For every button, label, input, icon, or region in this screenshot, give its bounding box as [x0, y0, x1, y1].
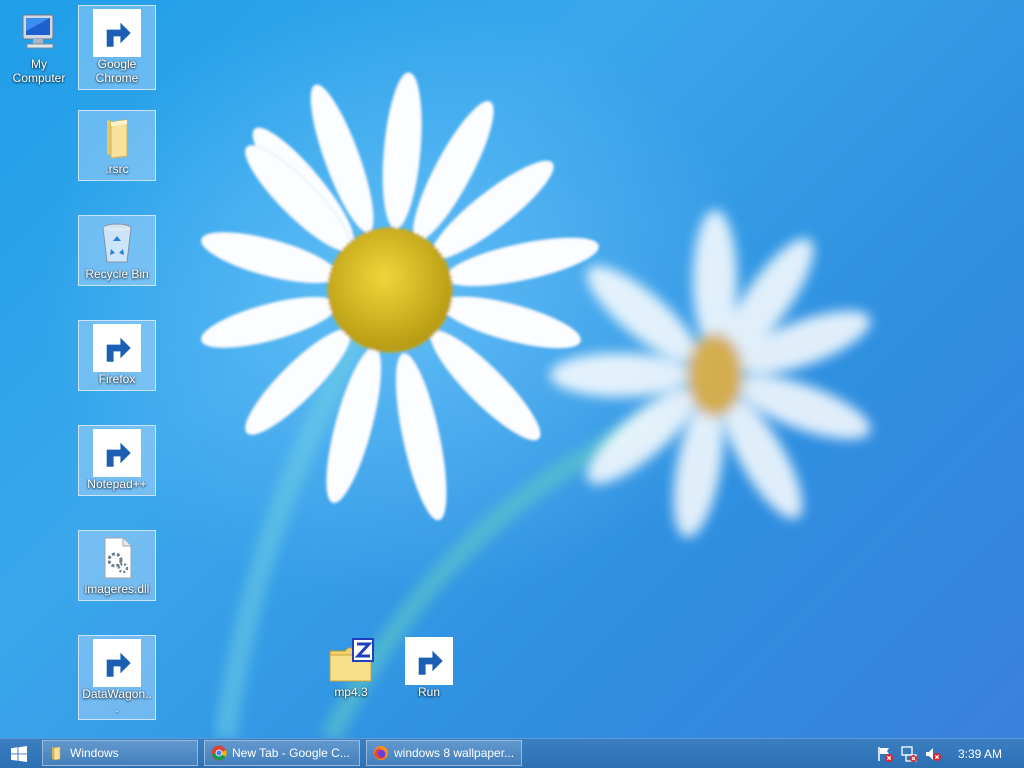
desktop-icon-label: Google Chrome: [95, 57, 139, 85]
desktop-icon-label: Recycle Bin: [85, 267, 149, 281]
desktop-icon-google-chrome[interactable]: Google Chrome: [78, 5, 156, 90]
desktop-icon-label: mp4.3: [334, 685, 368, 699]
action-center-flag-icon[interactable]: [876, 745, 894, 763]
desktop-icon-imageres-dll[interactable]: imageres.dll: [78, 530, 156, 601]
firefox-icon: [93, 324, 141, 372]
folder-icon: [52, 746, 61, 761]
shortcut-arrow-icon: [405, 637, 453, 685]
clock[interactable]: 3:39 AM: [958, 747, 1002, 761]
taskbar-button-label: Windows: [70, 746, 119, 760]
volume-muted-icon[interactable]: [924, 745, 942, 763]
recycle-bin-icon: [93, 219, 141, 267]
chrome-icon: [93, 9, 141, 57]
computer-icon: [15, 9, 63, 57]
desktop-icon-firefox[interactable]: Firefox: [78, 320, 156, 391]
taskbar-button-label: New Tab - Google C...: [232, 746, 350, 760]
desktop-icon-mp4-3[interactable]: mp4.3: [313, 634, 389, 699]
dll-file-icon: [93, 534, 141, 582]
network-icon[interactable]: [900, 745, 918, 763]
run-icon: [405, 637, 453, 685]
chrome-icon: [211, 745, 227, 761]
taskbar-button-firefox[interactable]: windows 8 wallpaper...: [366, 740, 522, 766]
taskbar-button-label: windows 8 wallpaper...: [394, 746, 515, 760]
start-button[interactable]: [0, 739, 38, 768]
shortcut-arrow-icon: [93, 639, 141, 687]
folder-icon: [93, 114, 141, 162]
notepad-plus-plus-icon: [93, 429, 141, 477]
shortcut-arrow-icon: [93, 324, 141, 372]
system-tray: 3:39 AM: [864, 739, 1024, 768]
taskbar-button-windows-explorer[interactable]: Windows: [42, 740, 198, 766]
shortcut-arrow-icon: [93, 429, 141, 477]
desktop-icon-label: DataWagon...: [82, 687, 152, 715]
zip-folder-icon: [327, 637, 375, 685]
desktop-icon-notepad-plus-plus[interactable]: Notepad++: [78, 425, 156, 496]
desktop-icon-recycle-bin[interactable]: Recycle Bin: [78, 215, 156, 286]
desktop-icon-label: My Computer: [12, 57, 66, 85]
shortcut-arrow-icon: [93, 9, 141, 57]
taskbar: Windows New Tab - Google C... windows 8 …: [0, 738, 1024, 768]
firefox-icon: [374, 746, 388, 760]
datawagon-icon: [93, 639, 141, 687]
desktop-icon-label: .rsrc: [105, 162, 129, 176]
desktop-icon-rsrc-folder[interactable]: .rsrc: [78, 110, 156, 181]
taskbar-button-chrome[interactable]: New Tab - Google C...: [204, 740, 360, 766]
desktop-icon-my-computer[interactable]: My Computer: [1, 6, 77, 85]
desktop-icon-label: Firefox: [98, 372, 136, 386]
desktop-icon-label: Notepad++: [87, 477, 147, 491]
desktop-icon-datawagon[interactable]: DataWagon...: [78, 635, 156, 720]
desktop-icon-label: imageres.dll: [84, 582, 150, 596]
windows-logo-icon: [11, 745, 27, 762]
desktop-icon-run[interactable]: Run: [391, 634, 467, 699]
desktop[interactable]: My Computer Google Chrome .rsrc Recycle …: [0, 0, 1024, 738]
desktop-icon-label: Run: [417, 685, 440, 699]
